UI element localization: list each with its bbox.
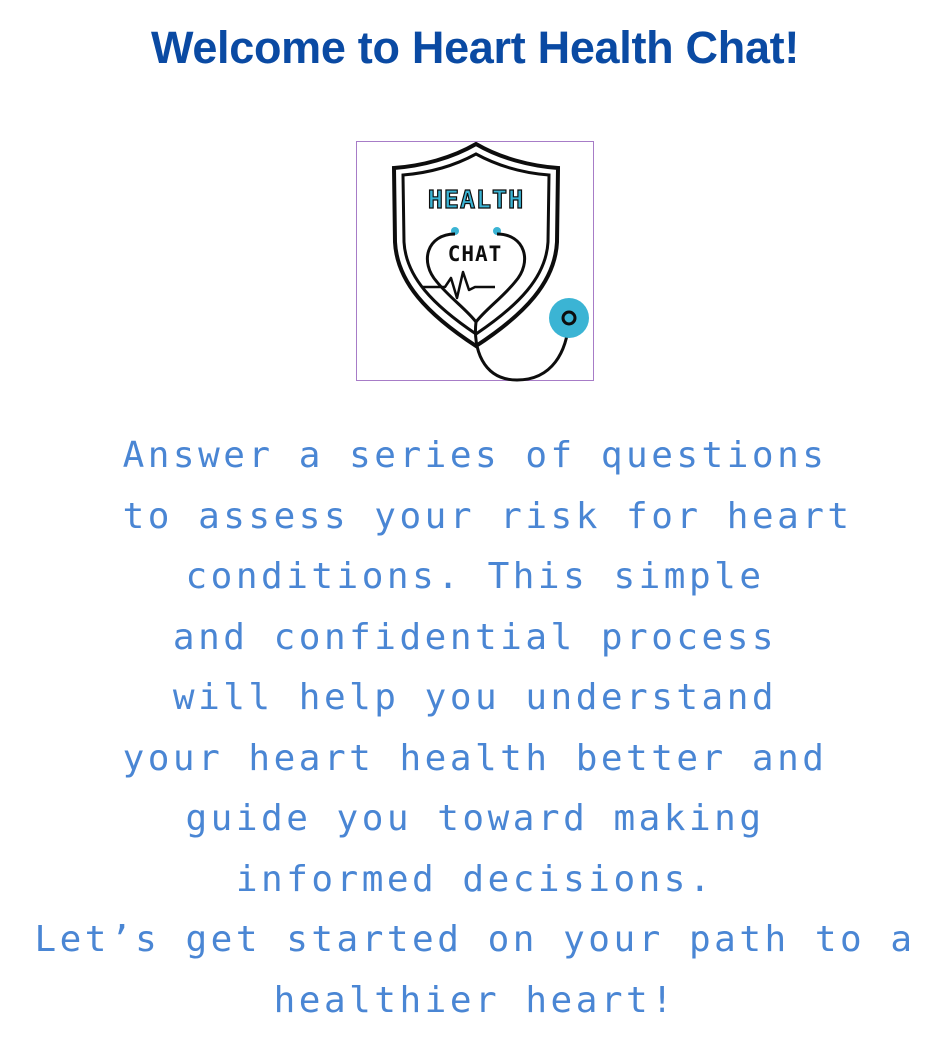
intro-line: and confidential process (172, 616, 778, 658)
chestpiece (549, 298, 589, 338)
page-title: Welcome to Heart Health Chat! (150, 22, 800, 73)
intro-line: Let’s get started on your path to a (34, 919, 916, 960)
intro-line: your heart health better and (122, 737, 828, 779)
intro-line: to assess your risk for heart (97, 495, 853, 537)
health-chat-logo: HEALTH CHAT (356, 141, 594, 382)
heart-stethoscope-shield-icon: HEALTH CHAT (391, 142, 589, 382)
intro-line: will help you understand (172, 677, 778, 718)
welcome-page: Welcome to Heart Health Chat! HEALTH CHA… (0, 0, 950, 1057)
logo-health-text: HEALTH (428, 185, 524, 214)
logo-chat-text: CHAT (448, 242, 503, 266)
intro-line: guide you toward making (185, 798, 765, 839)
intro-line: conditions. This simple (185, 556, 765, 597)
intro-line: healthier heart! (273, 979, 677, 1021)
intro-description: Answer a series of questions to assess y… (0, 426, 950, 1031)
intro-line: Answer a series of questions (122, 435, 828, 476)
intro-line: informed decisions. (235, 858, 715, 900)
